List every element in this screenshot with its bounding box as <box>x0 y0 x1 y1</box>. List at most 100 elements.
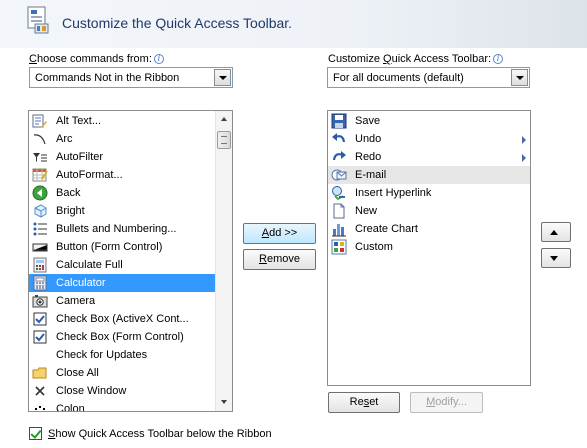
arc-icon <box>33 134 46 145</box>
chevron-right-icon <box>522 154 526 162</box>
toolbar-list-item[interactable]: E-mail <box>328 166 530 184</box>
scroll-up-arrow-icon[interactable] <box>217 112 232 127</box>
command-list-item[interactable]: AutoFilter <box>29 148 232 166</box>
command-item-label: Button (Form Control) <box>56 241 163 253</box>
toolbar-list-item[interactable]: Create Chart <box>328 220 530 238</box>
add-button[interactable]: Add >> <box>243 223 316 244</box>
show-below-ribbon-label[interactable]: Show Quick Access Toolbar below the Ribb… <box>48 428 272 440</box>
toolbar-list-item[interactable]: Custom <box>328 238 530 256</box>
command-list-item[interactable]: Bullets and Numbering... <box>29 220 232 238</box>
command-list-item[interactable]: Button (Form Control) <box>29 238 232 256</box>
toolbar-item-label: Create Chart <box>355 223 418 235</box>
close-window-icon <box>35 386 45 396</box>
calculate-full-icon <box>33 257 47 273</box>
command-list-item[interactable]: Camera <box>29 292 232 310</box>
dialog-header: Customize the Quick Access Toolbar. <box>0 0 587 48</box>
command-item-label: Calculator <box>56 277 106 289</box>
dialog-title: Customize the Quick Access Toolbar. <box>62 15 293 31</box>
command-item-label: Back <box>56 187 81 199</box>
chevron-down-icon[interactable] <box>214 69 231 86</box>
command-list-item[interactable]: AutoFormat... <box>29 166 232 184</box>
quick-access-toolbar-icon <box>27 6 49 34</box>
info-icon[interactable]: i <box>153 54 164 64</box>
command-item-label: Bullets and Numbering... <box>56 223 177 235</box>
command-list-item[interactable]: Calculator <box>29 274 232 292</box>
command-item-label: AutoFormat... <box>56 169 123 181</box>
command-item-label: Check Box (ActiveX Cont... <box>56 313 189 325</box>
command-item-label: Camera <box>56 295 96 307</box>
back-icon <box>32 185 48 201</box>
command-list-item[interactable]: Check Box (Form Control) <box>29 328 232 346</box>
choose-commands-label: Choose commands from: i <box>29 53 164 65</box>
customize-toolbar-label: Customize Quick Access Toolbar: i <box>328 53 504 65</box>
modify-button[interactable]: Modify... <box>410 392 483 413</box>
toolbar-item-label: E-mail <box>355 169 387 181</box>
chevron-down-icon[interactable] <box>511 69 528 86</box>
show-below-ribbon-checkbox[interactable] <box>29 427 42 440</box>
toolbar-item-label: Save <box>355 115 381 127</box>
command-item-label: Close All <box>56 367 99 379</box>
toolbar-item-label: Insert Hyperlink <box>355 187 432 199</box>
choose-commands-value: Commands Not in the Ribbon <box>35 72 180 84</box>
scroll-thumb[interactable] <box>217 131 231 149</box>
camera-icon <box>32 295 48 308</box>
toolbar-list-item[interactable]: Insert Hyperlink <box>328 184 530 202</box>
toolbar-list-item[interactable]: Undo <box>328 130 530 148</box>
checkbox-activex-icon <box>33 312 47 326</box>
chevron-right-icon <box>522 136 526 144</box>
toolbar-item-label: Undo <box>355 133 382 145</box>
command-list-item[interactable]: Bright <box>29 202 232 220</box>
close-all-icon <box>32 367 47 379</box>
command-list-item[interactable]: Check for Updates <box>29 346 232 364</box>
command-item-label: Arc <box>56 133 73 145</box>
reset-button[interactable]: Reset <box>328 392 400 413</box>
command-item-label: Calculate Full <box>56 259 123 271</box>
customize-for-dropdown[interactable]: For all documents (default) <box>327 67 530 88</box>
checkbox-form-icon <box>33 330 47 344</box>
command-list-item[interactable]: Close All <box>29 364 232 382</box>
command-list-item[interactable]: Calculate Full <box>29 256 232 274</box>
command-list-item[interactable]: Arc <box>29 130 232 148</box>
toolbar-list-item[interactable]: New <box>328 202 530 220</box>
command-list-item[interactable]: Back <box>29 184 232 202</box>
info-icon[interactable]: i <box>493 54 504 64</box>
autofilter-icon <box>33 153 47 162</box>
remove-button[interactable]: Remove <box>243 249 316 270</box>
move-up-button[interactable] <box>541 222 571 242</box>
undo-icon <box>332 133 346 143</box>
toolbar-list-item[interactable]: Save <box>328 112 530 130</box>
customize-for-value: For all documents (default) <box>333 72 464 84</box>
bright-icon <box>34 204 47 218</box>
command-list-item[interactable]: Colon <box>29 400 232 412</box>
move-down-button[interactable] <box>541 248 571 268</box>
button-control-icon <box>32 243 48 252</box>
bullets-icon <box>33 222 47 236</box>
redo-icon <box>332 151 346 161</box>
choose-commands-dropdown[interactable]: Commands Not in the Ribbon <box>29 67 233 88</box>
commands-list[interactable]: Alt Text... Arc AutoFilter AutoFormat... Bac… <box>28 110 233 412</box>
toolbar-commands-list[interactable]: Save Undo Redo E-mail Insert Hyperlink New Cre… <box>327 110 531 386</box>
save-icon <box>331 113 347 129</box>
commands-scrollbar[interactable] <box>215 111 232 411</box>
colon-icon <box>35 406 45 410</box>
command-item-label: Check Box (Form Control) <box>56 331 184 343</box>
toolbar-item-label: Custom <box>355 241 393 253</box>
command-list-item[interactable]: Check Box (ActiveX Cont... <box>29 310 232 328</box>
toolbar-list-item[interactable]: Redo <box>328 148 530 166</box>
toolbar-item-label: Redo <box>355 151 382 163</box>
alt-text-icon <box>32 114 47 128</box>
email-icon <box>331 169 347 181</box>
scroll-down-arrow-icon[interactable] <box>217 395 232 410</box>
command-item-label: AutoFilter <box>56 151 104 163</box>
autoformat-icon <box>32 168 48 182</box>
command-item-label: Check for Updates <box>56 349 148 361</box>
command-item-label: Close Window <box>56 385 127 397</box>
toolbar-item-label: New <box>355 205 378 217</box>
calculator-icon <box>33 275 47 291</box>
command-list-item[interactable]: Alt Text... <box>29 112 232 130</box>
hyperlink-icon <box>332 186 345 201</box>
command-item-label: Colon <box>56 403 85 412</box>
new-document-icon <box>333 203 345 219</box>
command-list-item[interactable]: Close Window <box>29 382 232 400</box>
command-item-label: Alt Text... <box>56 115 102 127</box>
